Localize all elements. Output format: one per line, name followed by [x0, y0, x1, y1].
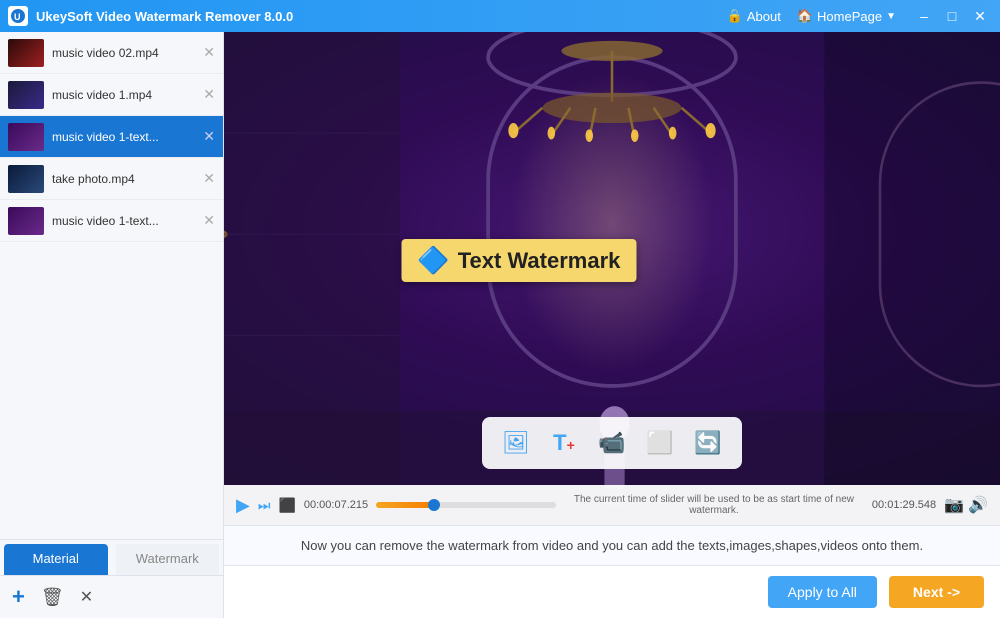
minimize-button[interactable]: –	[912, 4, 936, 28]
play-button[interactable]: ▶	[236, 495, 250, 516]
titlebar: U UkeySoft Video Watermark Remover 8.0.0…	[0, 0, 1000, 32]
total-time: 00:01:29.548	[872, 499, 936, 511]
app-logo: U	[8, 6, 28, 26]
file-name: music video 1-text...	[52, 214, 195, 228]
remove-wm-icon: ⬜	[646, 430, 673, 456]
file-remove-button[interactable]: ✕	[203, 170, 215, 187]
sidebar-actions: + 🗑 ✕	[0, 575, 223, 618]
maximize-button[interactable]: □	[940, 4, 964, 28]
file-name: music video 1-text...	[52, 130, 195, 144]
add-file-button[interactable]: +	[12, 584, 25, 610]
homepage-button[interactable]: 🏠 HomePage ▼	[797, 8, 896, 24]
svg-text:U: U	[14, 12, 21, 22]
file-item-active[interactable]: music video 1-text... ✕	[0, 116, 223, 158]
sidebar-tabs: Material Watermark	[0, 539, 223, 575]
titlebar-nav: 🔒 About 🏠 HomePage ▼	[727, 8, 896, 24]
more-icon: 🔄	[694, 430, 721, 456]
tab-watermark[interactable]: Watermark	[116, 544, 220, 575]
file-thumbnail	[8, 123, 44, 151]
video-toolbar: 🖼 T+ 📹 ⬜ 🔄	[482, 417, 742, 469]
progress-bar[interactable]	[376, 502, 556, 508]
add-image-icon: 🖼	[502, 430, 530, 456]
tab-material[interactable]: Material	[4, 544, 108, 575]
delete-file-button[interactable]: 🗑	[41, 587, 64, 608]
file-remove-button[interactable]: ✕	[203, 128, 215, 145]
description-bar: Now you can remove the watermark from vi…	[224, 525, 1000, 565]
file-list: music video 02.mp4 ✕ music video 1.mp4 ✕…	[0, 32, 223, 539]
next-button[interactable]: Next ->	[889, 576, 984, 608]
file-remove-button[interactable]: ✕	[203, 212, 215, 229]
remove-watermark-tool[interactable]: ⬜	[638, 423, 682, 463]
remove-file-button[interactable]: ✕	[80, 587, 93, 607]
file-name: take photo.mp4	[52, 172, 195, 186]
lock-icon: 🔒	[727, 8, 743, 24]
file-thumbnail	[8, 165, 44, 193]
file-item[interactable]: music video 1.mp4 ✕	[0, 74, 223, 116]
file-name: music video 1.mp4	[52, 88, 195, 102]
right-controls: 📷 🔊	[944, 495, 988, 515]
volume-button[interactable]: 🔊	[968, 495, 988, 515]
add-video-tool[interactable]: 📹	[590, 423, 634, 463]
sidebar: music video 02.mp4 ✕ music video 1.mp4 ✕…	[0, 32, 224, 618]
file-thumbnail	[8, 81, 44, 109]
home-icon: 🏠	[797, 8, 813, 24]
video-preview: 🔷 Text Watermark 🖼 T+ 📹 ⬜ 🔄	[224, 32, 1000, 525]
watermark-text: Text Watermark	[458, 248, 621, 274]
step-button[interactable]: ⏭	[258, 497, 271, 514]
file-name: music video 02.mp4	[52, 46, 195, 60]
apply-to-all-button[interactable]: Apply to All	[768, 576, 877, 608]
bottom-bar: Apply to All Next ->	[224, 565, 1000, 618]
playback-bar: ▶ ⏭ ⬛ 00:00:07.215 The current time of s…	[224, 485, 1000, 525]
file-remove-button[interactable]: ✕	[203, 86, 215, 103]
hint-text: The current time of slider will be used …	[564, 494, 864, 516]
file-item[interactable]: take photo.mp4 ✕	[0, 158, 223, 200]
content-area: 🔷 Text Watermark 🖼 T+ 📹 ⬜ 🔄	[224, 32, 1000, 618]
dropdown-icon: ▼	[886, 11, 896, 22]
about-button[interactable]: 🔒 About	[727, 8, 781, 24]
file-item[interactable]: music video 02.mp4 ✕	[0, 32, 223, 74]
watermark-icon: 🔷	[417, 245, 449, 276]
watermark-overlay: 🔷 Text Watermark	[401, 239, 636, 282]
stop-button[interactable]: ⬛	[278, 497, 295, 514]
camera-button[interactable]: 📷	[944, 495, 964, 515]
current-time: 00:00:07.215	[304, 499, 368, 511]
app-title: UkeySoft Video Watermark Remover 8.0.0	[36, 9, 719, 24]
window-controls: – □ ✕	[912, 4, 992, 28]
file-item[interactable]: music video 1-text... ✕	[0, 200, 223, 242]
close-button[interactable]: ✕	[968, 4, 992, 28]
add-image-tool[interactable]: 🖼	[494, 423, 538, 463]
add-text-icon: T+	[553, 430, 575, 456]
file-thumbnail	[8, 207, 44, 235]
main-layout: music video 02.mp4 ✕ music video 1.mp4 ✕…	[0, 32, 1000, 618]
add-video-icon: 📹	[598, 430, 625, 456]
progress-fill	[376, 502, 434, 508]
add-text-tool[interactable]: T+	[542, 423, 586, 463]
description-text: Now you can remove the watermark from vi…	[301, 538, 923, 553]
file-thumbnail	[8, 39, 44, 67]
more-tools[interactable]: 🔄	[686, 423, 730, 463]
progress-thumb[interactable]	[428, 499, 440, 511]
file-remove-button[interactable]: ✕	[203, 44, 215, 61]
